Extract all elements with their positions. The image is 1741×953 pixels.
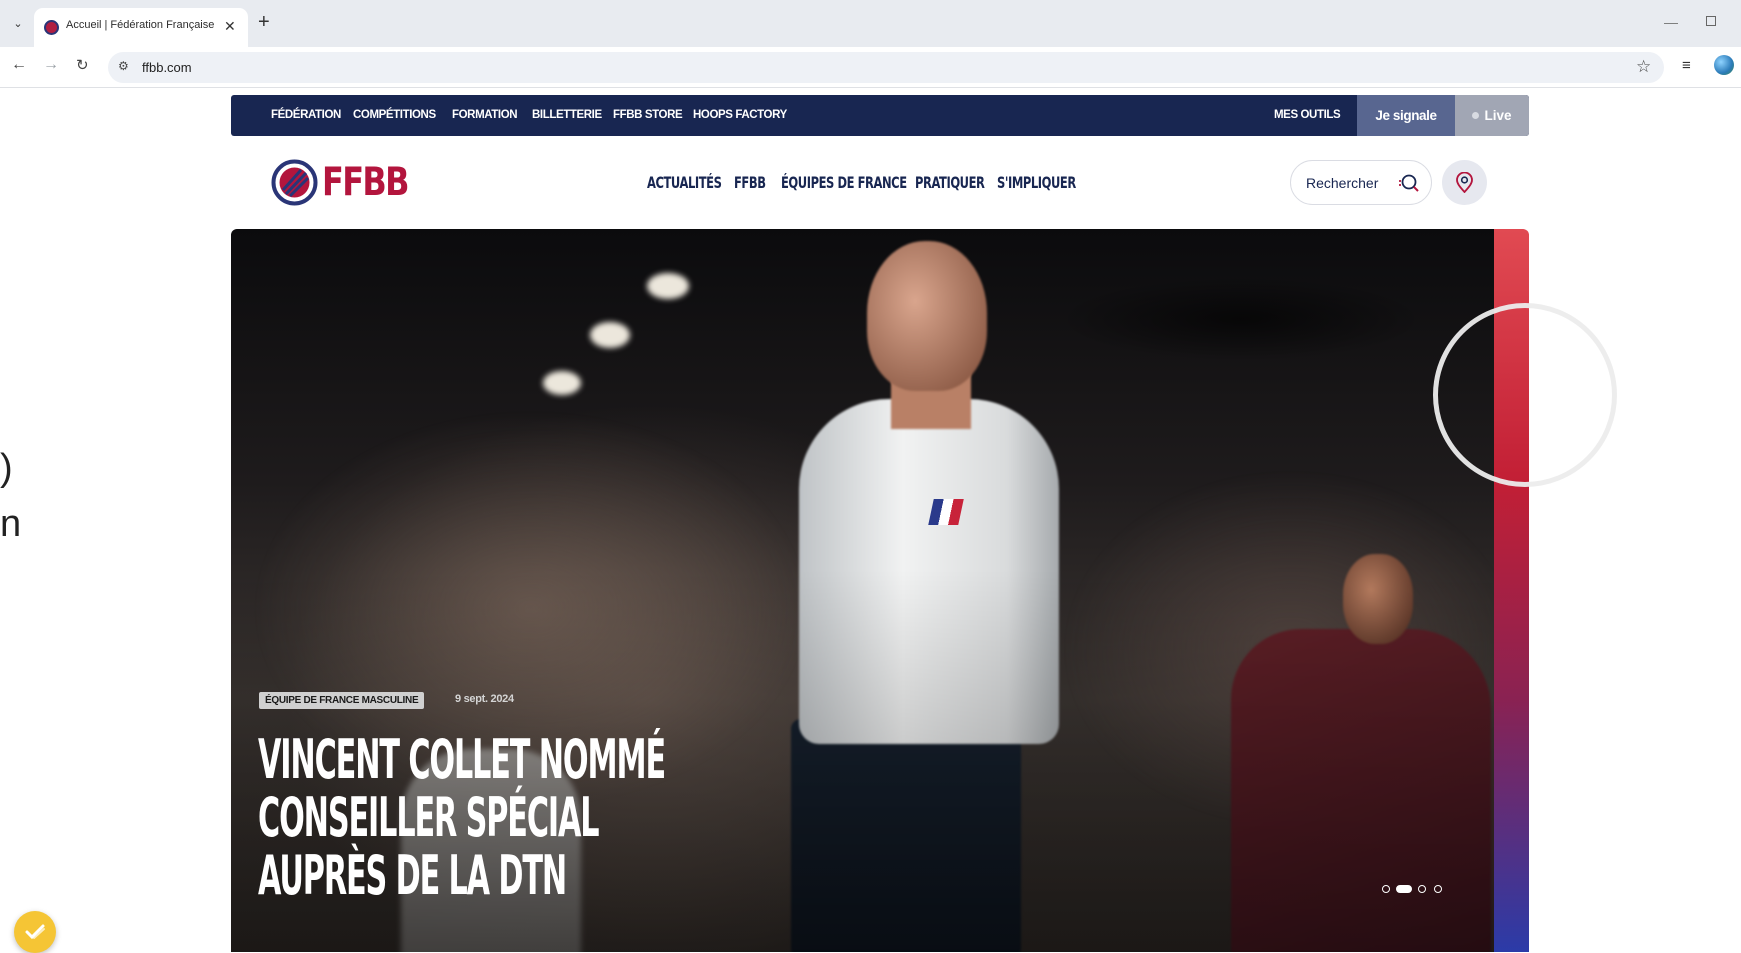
nav-simpliquer[interactable]: S'IMPLIQUER <box>997 173 1076 192</box>
stadium-light <box>647 273 689 299</box>
hero-carousel-slide[interactable]: ÉQUIPE DE FRANCE MASCULINE 9 sept. 2024 … <box>231 229 1517 952</box>
reading-list-icon[interactable]: ≡ <box>1682 57 1691 74</box>
live-label: Live <box>1484 108 1512 123</box>
location-button[interactable] <box>1442 160 1487 205</box>
ffbb-logo-icon[interactable] <box>271 159 318 206</box>
coach-figure <box>867 241 987 391</box>
map-pin-icon <box>1456 172 1473 193</box>
utility-link-hoops-factory[interactable]: HOOPS FACTORY <box>693 109 787 121</box>
hero-headline[interactable]: VINCENT COLLET NOMMÉ CONSEILLER SPÉCIAL … <box>258 731 717 905</box>
overlapping-window-text: ) n <box>0 440 21 552</box>
browser-tab-active[interactable]: Accueil | Fédération Française d ✕ <box>34 8 248 47</box>
search-button[interactable]: Rechercher <box>1290 160 1432 205</box>
fragment-line: ) <box>0 447 13 489</box>
logo-wordmark[interactable]: FFBB <box>322 160 410 205</box>
maximize-icon[interactable] <box>1706 16 1716 26</box>
forward-icon[interactable]: → <box>43 56 59 74</box>
url-text[interactable]: ffbb.com <box>142 60 192 75</box>
carousel-dot[interactable] <box>1418 885 1426 893</box>
cookie-check-icon <box>25 924 45 940</box>
nav-equipes-de-france[interactable]: ÉQUIPES DE FRANCE <box>781 173 907 192</box>
live-button[interactable]: Live <box>1455 95 1529 136</box>
back-icon[interactable]: ← <box>11 56 27 74</box>
utility-link-ffbb-store[interactable]: FFBB STORE <box>613 109 683 121</box>
tab-title: Accueil | Fédération Française d <box>66 19 216 31</box>
fragment-line: n <box>0 503 22 545</box>
utility-link-competitions[interactable]: COMPÉTITIONS <box>353 109 436 121</box>
cookie-consent-button[interactable] <box>14 911 56 953</box>
nav-ffbb[interactable]: FFBB <box>734 173 766 192</box>
mes-outils-link[interactable]: MES OUTILS <box>1274 109 1341 121</box>
close-tab-icon[interactable]: ✕ <box>224 18 236 35</box>
utility-link-federation[interactable]: FÉDÉRATION <box>271 109 341 121</box>
minimize-icon[interactable]: — <box>1664 14 1678 30</box>
search-label: Rechercher <box>1306 175 1379 191</box>
carousel-dot-active[interactable] <box>1396 885 1412 893</box>
nav-actualites[interactable]: ACTUALITÉS <box>647 173 722 192</box>
decorative-ring <box>1433 303 1617 487</box>
bookmark-star-icon[interactable]: ☆ <box>1636 57 1651 77</box>
carousel-dot[interactable] <box>1382 885 1390 893</box>
article-date: 9 sept. 2024 <box>455 693 514 705</box>
je-signale-button[interactable]: Je signale <box>1357 95 1455 136</box>
reload-icon[interactable]: ↻ <box>76 56 89 74</box>
live-dot-icon <box>1472 112 1480 119</box>
france-flag-emblem <box>928 499 964 525</box>
address-bar[interactable]: ⚙ ffbb.com ☆ <box>108 52 1664 83</box>
nav-pratiquer[interactable]: PRATIQUER <box>915 173 985 192</box>
tab-list-icon[interactable]: ⌄ <box>8 14 28 34</box>
search-icon <box>1399 174 1419 192</box>
utility-bar: FÉDÉRATION COMPÉTITIONS FORMATION BILLET… <box>231 95 1529 136</box>
browser-toolbar: ← → ↻ ⚙ ffbb.com ☆ ≡ <box>0 47 1741 88</box>
utility-link-billetterie[interactable]: BILLETTERIE <box>532 109 602 121</box>
site-header: FFBB ACTUALITÉS FFBB ÉQUIPES DE FRANCE P… <box>231 136 1529 229</box>
new-tab-button[interactable]: + <box>258 12 270 32</box>
profile-icon[interactable] <box>1714 55 1734 75</box>
browser-tab-strip: ⌄ Accueil | Fédération Française d ✕ + — <box>0 0 1741 47</box>
category-badge[interactable]: ÉQUIPE DE FRANCE MASCULINE <box>259 692 425 709</box>
stadium-light <box>543 371 581 395</box>
favicon-icon <box>44 20 59 35</box>
carousel-dot[interactable] <box>1434 885 1442 893</box>
utility-link-formation[interactable]: FORMATION <box>452 109 518 121</box>
stadium-light <box>590 322 630 348</box>
site-settings-icon[interactable]: ⚙ <box>118 59 129 73</box>
